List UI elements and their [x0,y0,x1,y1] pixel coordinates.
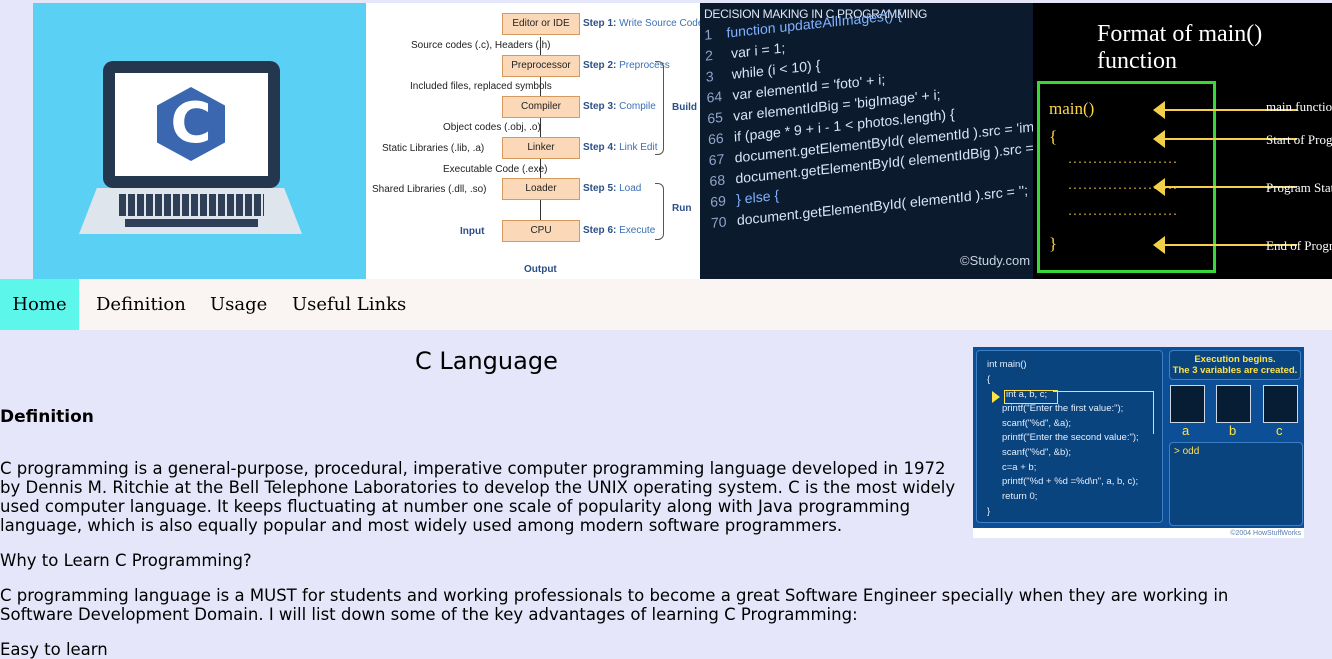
exec-code-line: return 0; [1002,491,1038,502]
main-dots-3: ...................... [1067,208,1178,219]
main-label-statements: Program Statements [1266,180,1332,195]
compilation-flow-diagram: Editor or IDE Preprocessor Compiler Link… [366,3,700,279]
laptop-spacebar [125,219,258,227]
flow-box-compiler: Compiler [502,96,580,118]
variable-label-c: c [1276,423,1283,438]
exec-code-line: { [987,374,991,385]
build-bracket [655,61,664,155]
variable-label-a: a [1182,423,1190,438]
build-label: Build [672,102,697,113]
run-label: Run [672,203,692,214]
flow-label-included: Included files, replaced symbols [410,81,552,92]
nav-definition[interactable]: Definition [96,279,186,330]
console-output-text: > odd [1174,446,1200,457]
header-banner: C Editor or IDE Preprocessor Compiler Li… [0,0,1332,279]
current-line-highlight [1004,390,1058,404]
flow-label-output: Output [524,264,557,275]
flow-label-object: Object codes (.obj, .o) [443,122,541,133]
variable-box-a [1170,385,1205,423]
exec-code-line: } [987,506,991,517]
flow-step-5: Step 5: Load [583,183,642,194]
flow-label-executable: Executable Code (.exe) [443,164,548,175]
why-learn-paragraph: C programming language is a MUST for stu… [0,586,1229,624]
exec-code-line: int main() [987,359,1027,370]
variable-box-b [1216,385,1251,423]
nav-usage[interactable]: Usage [210,279,267,330]
flow-box-linker: Linker [502,137,580,159]
exec-code-line: scanf("%d", &b); [1002,447,1072,458]
variable-connector-line [1053,391,1154,434]
flow-box-cpu: CPU [502,220,580,242]
why-learn-heading: Why to Learn C Programming? [0,551,252,570]
laptop-keys [119,194,264,216]
flow-step-3: Step 3: Compile [583,101,656,112]
decision-making-code-image: DECISION MAKING IN C PROGRAMMING 1 functi… [700,3,1033,279]
flow-step-4: Step 4: Link Edit [583,142,658,153]
flow-label-source: Source codes (.c), Headers (.h) [411,40,551,51]
main-format-title: Format of main() function [1097,21,1263,74]
console-output-panel: > odd [1169,442,1303,526]
flow-box-loader: Loader [502,178,580,200]
flow-label-input: Input [460,226,485,237]
c-program-execution-image: int main() { int a, b, c; printf("Enter … [973,347,1304,538]
variable-box-c [1263,385,1298,423]
flow-label-shared-libraries: Shared Libraries (.dll, .so) [372,184,487,195]
pointer-arrow-icon [992,391,1000,403]
main-function-format-image: Format of main() function main() { .....… [1033,3,1332,279]
main-label-main-function: main function [1266,99,1332,114]
easy-to-learn-item: Easy to learn [0,640,108,659]
run-bracket [655,183,664,240]
flow-step-6: Step 6: Execute [583,225,656,236]
definition-paragraph: C programming is a general-purpose, proc… [0,459,956,535]
page-title: C Language [415,347,558,375]
definition-heading: Definition [0,407,94,427]
main-dots-1: ...................... [1067,156,1178,167]
nav-home[interactable]: Home [0,279,79,330]
c-laptop-image: C [33,3,366,279]
howstuffworks-copyright: ©2004 HowStuffWorks [1230,530,1301,537]
main-label-end: End of Program [1266,238,1332,253]
variable-label-b: b [1229,423,1237,438]
flow-box-editor: Editor or IDE [502,13,580,35]
exec-code-line: printf("%d + %d =%d\n", a, b, c); [1002,476,1139,487]
study-com-watermark: ©Study.com [960,253,1031,268]
main-navigation: Home Definition Usage Useful Links [0,279,1332,330]
c-logo-letter: C [170,91,212,156]
exec-code-line: c=a + b; [1002,462,1037,473]
execution-code-panel: int main() { int a, b, c; printf("Enter … [976,350,1163,523]
laptop-screen: C [103,61,280,188]
main-open-brace: { [1049,127,1058,146]
execution-note: Execution begins. The 3 variables are cr… [1169,350,1301,380]
flow-box-preprocessor: Preprocessor [502,55,580,77]
main-label-start: Start of Program [1266,132,1332,147]
flow-label-static-libraries: Static Libraries (.lib, .a) [382,143,485,154]
flow-step-1: Step 1: Write Source Codes [583,18,700,29]
main-code-signature: main() [1049,99,1095,118]
main-close-brace: } [1049,234,1058,253]
code-image-lines: 1 function updateAllImages() { 2 var i = … [704,3,1033,234]
nav-useful-links[interactable]: Useful Links [292,279,406,330]
